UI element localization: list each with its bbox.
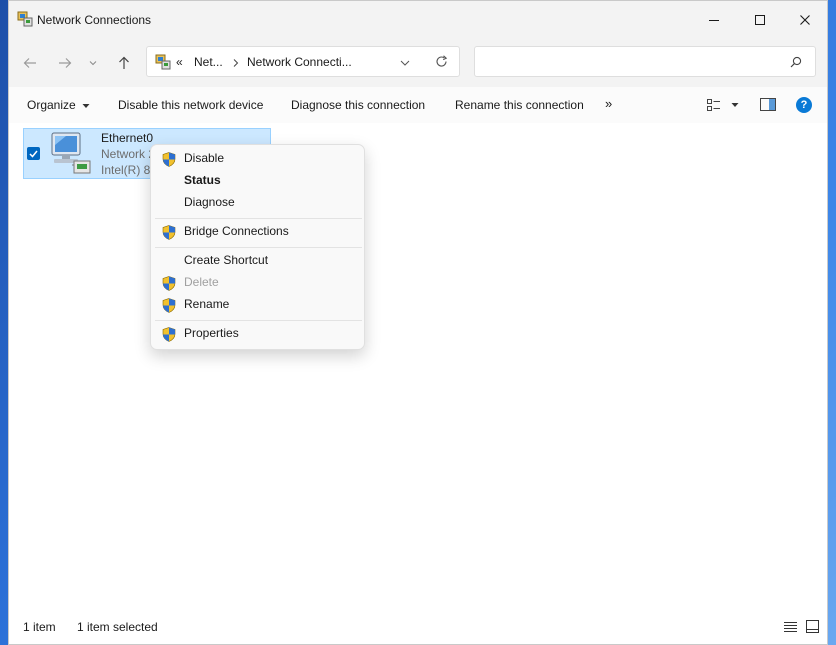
diagnose-connection-button[interactable]: Diagnose this connection: [291, 98, 425, 112]
file-list-area: Ethernet0 Network 2 Intel(R) 82574L: [9, 123, 827, 613]
network-adapter-icon: [51, 132, 91, 174]
recent-locations-button[interactable]: [86, 53, 100, 73]
breadcrumb-overflow[interactable]: «: [176, 55, 183, 69]
menu-item-delete: Delete: [151, 272, 364, 294]
large-icons-view-icon[interactable]: [806, 620, 819, 633]
menu-item-diagnose[interactable]: Diagnose: [151, 192, 364, 214]
menu-label-diagnose: Diagnose: [184, 195, 235, 209]
help-icon[interactable]: ?: [796, 97, 812, 113]
selection-count: 1 item selected: [77, 620, 158, 634]
checkmark-icon: [29, 150, 38, 158]
up-arrow-icon: [119, 56, 129, 69]
uac-shield-icon: [162, 276, 176, 291]
connection-name: Ethernet0: [101, 131, 154, 145]
menu-label-disable: Disable: [184, 151, 225, 165]
forward-button[interactable]: [55, 53, 75, 73]
address-bar[interactable]: « Net... Network Connecti...: [146, 46, 460, 77]
menu-label-delete: Delete: [184, 275, 219, 289]
breadcrumb-network-connections[interactable]: Network Connecti...: [247, 55, 352, 69]
maximize-icon: [755, 15, 765, 25]
menu-separator: [155, 247, 362, 248]
organize-button[interactable]: Organize: [27, 98, 90, 112]
menu-label-create-shortcut: Create Shortcut: [184, 253, 269, 267]
menu-item-status[interactable]: Status: [151, 170, 364, 192]
uac-shield-icon: [162, 327, 176, 342]
menu-item-disable[interactable]: Disable: [151, 148, 364, 170]
uac-shield-icon: [162, 152, 176, 167]
title-bar: Network Connections: [9, 1, 827, 39]
menu-separator: [155, 218, 362, 219]
status-bar: 1 item 1 item selected: [9, 613, 827, 644]
refresh-icon[interactable]: [435, 55, 448, 68]
menu-label-bridge-connections: Bridge Connections: [184, 224, 289, 238]
window-title: Network Connections: [37, 13, 152, 27]
forward-arrow-icon: [59, 58, 72, 68]
control-panel-icon: [155, 54, 171, 70]
preview-pane-icon[interactable]: [760, 98, 776, 111]
close-button[interactable]: [782, 1, 828, 39]
maximize-button[interactable]: [737, 1, 783, 39]
menu-separator: [155, 320, 362, 321]
address-history-chevron-icon[interactable]: [400, 59, 410, 67]
menu-label-properties: Properties: [184, 326, 239, 340]
menu-item-properties[interactable]: Properties: [151, 323, 364, 345]
rename-connection-button[interactable]: Rename this connection: [455, 98, 584, 112]
selection-checkbox[interactable]: [27, 147, 40, 160]
more-commands-button[interactable]: »: [605, 96, 612, 111]
view-options-icon[interactable]: [707, 99, 721, 111]
menu-item-bridge-connections[interactable]: Bridge Connections: [151, 221, 364, 243]
uac-shield-icon: [162, 225, 176, 240]
explorer-window: Network Connections « Net... Network Con…: [8, 0, 828, 645]
back-arrow-icon: [23, 58, 36, 68]
breadcrumb-network[interactable]: Net...: [194, 55, 223, 69]
uac-shield-icon: [162, 298, 176, 313]
menu-item-rename[interactable]: Rename: [151, 294, 364, 316]
menu-label-rename: Rename: [184, 297, 230, 311]
details-view-icon[interactable]: [784, 621, 797, 633]
navigation-bar: « Net... Network Connecti...: [9, 39, 827, 87]
search-input[interactable]: [474, 46, 816, 77]
breadcrumb-separator-icon: [233, 59, 239, 67]
connection-network: Network 2: [101, 147, 156, 161]
search-icon: [790, 56, 802, 68]
chevron-down-icon: [89, 61, 97, 66]
menu-label-status: Status: [184, 173, 221, 187]
minimize-icon: [709, 20, 719, 21]
disable-device-button[interactable]: Disable this network device: [118, 98, 263, 112]
minimize-button[interactable]: [691, 1, 737, 39]
close-icon: [800, 15, 810, 25]
organize-dropdown-icon: [82, 103, 90, 108]
item-count: 1 item: [23, 620, 56, 634]
network-connections-icon: [17, 11, 33, 27]
up-button[interactable]: [114, 53, 134, 73]
organize-label: Organize: [27, 98, 76, 112]
menu-item-create-shortcut[interactable]: Create Shortcut: [151, 250, 364, 272]
context-menu: Disable Status Diagnose Bridge Connectio…: [150, 144, 365, 350]
view-options-dropdown-icon[interactable]: [731, 102, 739, 108]
command-toolbar: Organize Disable this network device Dia…: [9, 87, 827, 124]
back-button[interactable]: [20, 53, 40, 73]
